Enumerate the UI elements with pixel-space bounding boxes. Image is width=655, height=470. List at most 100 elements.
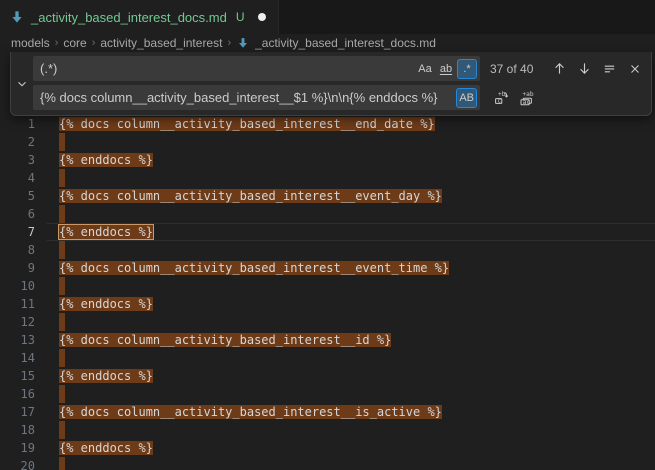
breadcrumb-segment[interactable]: core [63,36,86,50]
editor-line[interactable]: 16 [0,385,655,403]
find-match: {% enddocs %} [59,225,153,239]
find-match-empty [59,169,65,187]
line-number: 12 [0,313,47,331]
editor[interactable]: (.*) Aa ab .* 37 of 40 [0,52,655,470]
line-content[interactable] [47,385,65,403]
replace-input[interactable]: {% docs column__activity_based_interest_… [33,85,480,110]
editor-line[interactable]: 12 [0,313,655,331]
line-number: 3 [0,151,47,169]
line-number: 15 [0,367,47,385]
editor-line[interactable]: 18 [0,421,655,439]
find-match: {% docs column__activity_based_interest_… [59,261,449,275]
editor-line[interactable]: 10 [0,277,655,295]
line-content[interactable]: {% enddocs %} [47,367,153,385]
line-number: 16 [0,385,47,403]
line-content[interactable]: {% docs column__activity_based_interest_… [47,187,442,205]
toggle-replace-button[interactable] [11,52,33,115]
find-next-button[interactable] [574,58,595,79]
line-content[interactable]: {% docs column__activity_based_interest_… [47,259,449,277]
find-in-selection-button[interactable] [599,58,620,79]
markdown-icon [237,37,249,49]
editor-line[interactable]: 1 {% docs column__activity_based_interest… [0,115,655,133]
line-content[interactable] [47,241,65,259]
line-content[interactable]: {% enddocs %} [47,223,153,241]
dirty-indicator-icon[interactable] [258,13,266,21]
editor-line[interactable]: 14 [0,349,655,367]
chevron-right-icon: › [55,37,59,49]
close-icon [628,62,642,76]
line-content[interactable] [47,277,65,295]
line-number: 9 [0,259,47,277]
replace-button[interactable]: +b c [490,87,511,108]
match-count: 37 of 40 [490,62,533,76]
editor-line[interactable]: 6 [0,205,655,223]
editor-line[interactable]: 8 [0,241,655,259]
find-match-empty [59,133,65,151]
editor-line[interactable]: 2 [0,133,655,151]
editor-lines: 1 {% docs column__activity_based_interest… [0,115,655,470]
find-widget: (.*) Aa ab .* 37 of 40 [10,52,652,116]
editor-line[interactable]: 19{% enddocs %} [0,439,655,457]
find-previous-button[interactable] [549,58,570,79]
replace-all-button[interactable]: +ab ac [515,87,536,108]
preserve-case-toggle[interactable]: AB [456,88,477,108]
line-content[interactable]: {% enddocs %} [47,295,153,313]
find-match-empty [59,385,65,403]
arrow-down-icon [577,61,592,76]
find-input[interactable]: (.*) Aa ab .* [33,56,480,81]
line-content[interactable]: {% docs column__activity_based_interest_… [47,403,442,421]
editor-line[interactable]: 20 [0,457,655,470]
line-number: 8 [0,241,47,259]
close-find-button[interactable] [624,58,645,79]
find-match: {% docs column__activity_based_interest_… [59,405,442,419]
line-content[interactable] [47,313,65,331]
breadcrumb-segment[interactable]: models [11,36,50,50]
editor-line[interactable]: 17{% docs column__activity_based_interes… [0,403,655,421]
editor-tab[interactable]: _activity_based_interest_docs.md U [0,0,279,34]
line-number: 7 [0,223,47,241]
chevron-down-icon [15,77,29,91]
line-number: 20 [0,457,47,470]
line-content[interactable]: {% enddocs %} [47,439,153,457]
line-number: 11 [0,295,47,313]
line-content[interactable] [47,421,65,439]
find-match-empty [59,313,65,331]
line-content[interactable] [47,349,65,367]
editor-line[interactable]: 13{% docs column__activity_based_interes… [0,331,655,349]
replace-value-text: {% docs column__activity_based_interest_… [40,90,455,105]
editor-line[interactable]: 11{% enddocs %} [0,295,655,313]
editor-line[interactable]: 7 {% enddocs %} [0,223,655,241]
replace-all-icon: +ab ac [518,90,534,106]
line-number: 5 [0,187,47,205]
line-number: 19 [0,439,47,457]
regex-toggle[interactable]: .* [457,59,477,79]
whole-word-toggle[interactable]: ab [436,59,456,79]
editor-line[interactable]: 3{% enddocs %} [0,151,655,169]
line-content[interactable] [47,133,65,151]
breadcrumb-segment[interactable]: activity_based_interest [100,36,222,50]
editor-line[interactable]: 9 {% docs column__activity_based_interest… [0,259,655,277]
editor-line[interactable]: 4 [0,169,655,187]
find-row: (.*) Aa ab .* 37 of 40 [33,56,645,81]
find-match: {% docs column__activity_based_interest_… [59,117,435,131]
line-number: 1 [0,115,47,133]
svg-text:+ab: +ab [522,91,533,98]
line-content[interactable] [47,169,65,187]
line-content[interactable]: {% docs column__activity_based_interest_… [47,331,391,349]
line-content[interactable] [47,457,65,470]
replace-row: {% docs column__activity_based_interest_… [33,85,645,110]
line-content[interactable]: {% docs column__activity_based_interest_… [47,115,435,133]
line-number: 2 [0,133,47,151]
match-case-toggle[interactable]: Aa [415,59,435,79]
line-content[interactable] [47,205,65,223]
replace-icon: +b c [493,90,509,106]
line-content[interactable]: {% enddocs %} [47,151,153,169]
line-number: 18 [0,421,47,439]
breadcrumb-file[interactable]: _activity_based_interest_docs.md [255,36,436,50]
breadcrumb: models › core › activity_based_interest … [0,34,655,52]
find-match-empty [59,349,65,367]
editor-line[interactable]: 5{% docs column__activity_based_interest… [0,187,655,205]
find-match-empty [59,421,65,439]
arrow-up-icon [552,61,567,76]
editor-line[interactable]: 15{% enddocs %} [0,367,655,385]
